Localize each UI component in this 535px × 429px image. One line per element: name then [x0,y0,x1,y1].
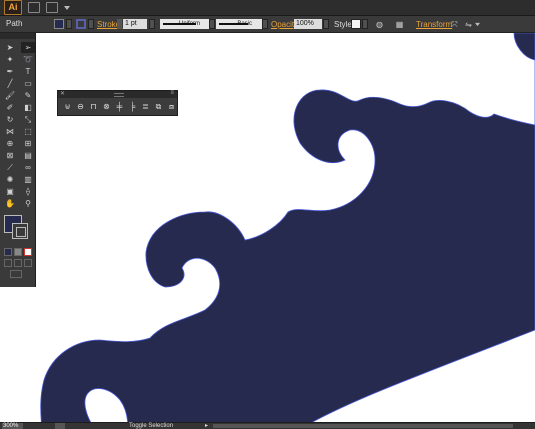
eyedropper-tool[interactable]: ⟋ [3,162,17,173]
blend-tool[interactable]: ∞ [21,162,35,173]
style-dropdown[interactable] [362,19,368,29]
app-logo: Ai [4,0,22,15]
slice-tool[interactable]: ⟠ [21,186,35,197]
stroke-color-box[interactable] [12,223,28,239]
panel-icon-row: ⊌ ⊖ ⊓ ⊗ ╪ ╞ ≣ ⧉ ⧈ [58,98,177,111]
artboard-tool[interactable]: ▣ [3,186,17,197]
align-center-icon[interactable]: ╪ [115,102,124,111]
shape-mode-minus-front-icon[interactable]: ⊖ [76,102,85,111]
brush-label: Basic [237,21,252,27]
stroke-weight-dropdown[interactable] [149,19,155,29]
opacity-field[interactable]: 100% [294,19,322,29]
lasso-tool[interactable]: ➰ [21,54,35,65]
pathfinder-divide-icon[interactable]: ⧉ [154,102,163,111]
control-bar: Path Stroke: 1 pt Uniform Basic Opacity:… [0,16,535,33]
recolor-artwork-icon[interactable]: ◍ [375,20,384,29]
fill-color-swatch[interactable] [54,19,64,29]
screen-mode-button[interactable] [10,270,22,278]
chevron-down-icon[interactable] [475,22,480,27]
draw-behind-button[interactable] [14,259,22,267]
fill-dropdown-arrow[interactable] [66,19,72,29]
scale-tool[interactable]: ⤡ [21,114,35,125]
fill-stroke-well [0,211,35,245]
rotate-tool[interactable]: ↻ [3,114,17,125]
panel-options-icon[interactable]: ⇋ [464,20,473,29]
draw-inside-button[interactable] [24,259,32,267]
brush-dropdown[interactable] [262,19,268,29]
gradient-tool[interactable]: ▤ [21,150,35,161]
shape-mode-exclude-icon[interactable]: ⊗ [102,102,111,111]
rectangle-tool[interactable]: ▭ [21,78,35,89]
graphic-style-swatch[interactable] [351,19,361,29]
status-text[interactable]: Toggle Selection [129,423,173,429]
pen-tool[interactable]: ✒ [3,66,17,77]
paintbrush-tool[interactable]: 🖌 [3,90,17,101]
direct-selection-tool[interactable]: ➢ [21,42,35,53]
profile-label: Uniform [178,21,200,27]
mesh-tool[interactable]: ⊠ [3,150,17,161]
chevron-down-icon[interactable] [64,5,70,11]
profile-dropdown[interactable] [209,19,215,29]
tools-panel: ➤ ➢ ✦ ➰ ✒ T ╱ ▭ 🖌 ✎ ✐ ◧ ↻ ⤡ ⋈ ⬚ ⊕ ⊞ ⊠ ▤ ⟋ ∞ ✺ ▥ ▣ ⟠ ✋ ⚲ [0,33,36,287]
color-mode-button[interactable] [4,248,12,256]
align-left-icon[interactable]: ╞ [128,102,137,111]
blob-brush-tool[interactable]: ✐ [3,102,17,113]
panel-grip[interactable] [114,93,124,97]
close-icon[interactable]: ✕ [60,90,65,97]
variable-width-profile[interactable]: Uniform [160,19,210,29]
symbol-sprayer-tool[interactable]: ✺ [3,174,17,185]
brush-definition[interactable]: Basic [216,19,262,29]
shape-mode-unite-icon[interactable]: ⊌ [63,102,72,111]
stroke-weight-field[interactable]: 1 pt [123,19,147,29]
stroke-weight-stepper[interactable] [117,19,122,29]
floating-pathfinder-panel: ✕ ≡ ⊌ ⊖ ⊓ ⊗ ╪ ╞ ≣ ⧉ ⧈ [57,90,178,116]
free-transform-tool[interactable]: ⬚ [21,126,35,137]
selection-type-label: Path [6,19,23,28]
panel-menu-icon[interactable]: ≡ [170,90,174,96]
selection-tool[interactable]: ➤ [3,42,17,53]
stroke-color-swatch[interactable] [76,19,86,29]
line-tool[interactable]: ╱ [3,78,17,89]
gradient-mode-button[interactable] [14,248,22,256]
shape-mode-intersect-icon[interactable]: ⊓ [89,102,98,111]
width-tool[interactable]: ⋈ [3,126,17,137]
application-bar: Ai [0,0,535,16]
screen-mode-row [0,270,35,278]
isolate-group-icon[interactable]: ⤧ [450,20,459,29]
opacity-dropdown[interactable] [323,19,329,29]
hand-tool[interactable]: ✋ [3,198,17,209]
distribute-icon[interactable]: ≣ [141,102,150,111]
transform-panel-link[interactable]: Transform [416,20,452,29]
none-mode-button[interactable] [24,248,32,256]
align-options-icon[interactable]: ▦ [395,20,404,29]
pathfinder-trim-icon[interactable]: ⧈ [167,102,176,111]
column-graph-tool[interactable]: ▥ [21,174,35,185]
horizontal-scrollbar[interactable] [213,424,513,428]
zoom-field[interactable]: 300% [2,423,23,429]
tools-grid: ➤ ➢ ✦ ➰ ✒ T ╱ ▭ 🖌 ✎ ✐ ◧ ↻ ⤡ ⋈ ⬚ ⊕ ⊞ ⊠ ▤ ⟋ ∞ ✺ ▥ ▣ ⟠ ✋ ⚲ [0,39,35,209]
eraser-tool[interactable]: ◧ [21,102,35,113]
panel-header[interactable]: ✕ ≡ [58,90,177,98]
shape-builder-tool[interactable]: ⊕ [3,138,17,149]
draw-mode-row [0,259,35,267]
status-menu-arrow[interactable]: ▸ [205,423,208,429]
perspective-grid-tool[interactable]: ⊞ [21,138,35,149]
workspace-icon[interactable] [46,2,58,13]
status-bar: 300% Toggle Selection ▸ [0,422,535,429]
color-mode-row [0,248,35,256]
artboard-navigation[interactable] [55,423,65,429]
draw-normal-button[interactable] [4,259,12,267]
document-icon[interactable] [28,2,40,13]
zoom-tool[interactable]: ⚲ [21,198,35,209]
stroke-dropdown-arrow[interactable] [88,19,94,29]
pencil-tool[interactable]: ✎ [21,90,35,101]
type-tool[interactable]: T [21,66,35,77]
magic-wand-tool[interactable]: ✦ [3,54,17,65]
